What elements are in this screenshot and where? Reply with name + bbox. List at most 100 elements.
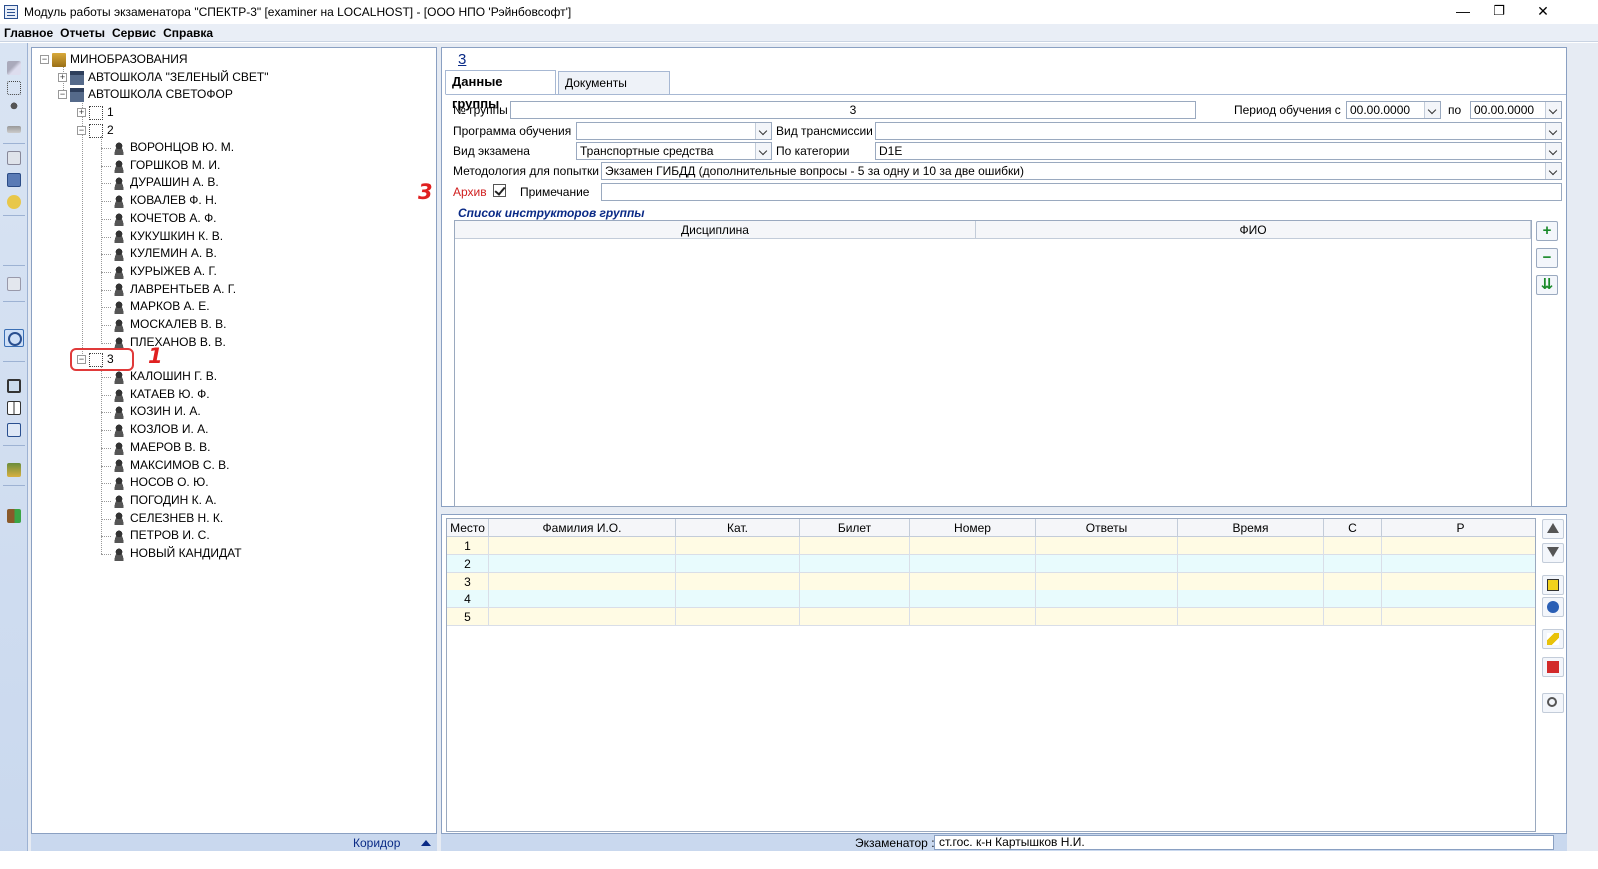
table-cell[interactable] (1382, 537, 1535, 555)
tree-node-student[interactable]: ПЕТРОВ И. С. (112, 527, 210, 544)
copy-icon[interactable] (4, 421, 24, 439)
table-cell[interactable] (1382, 608, 1535, 627)
table-cell[interactable] (676, 537, 800, 555)
table-cell[interactable] (676, 554, 800, 573)
flag-icon[interactable] (1542, 575, 1564, 595)
tree-node-student[interactable]: КУКУШКИН К. В. (112, 228, 223, 245)
stop-icon[interactable] (1542, 657, 1564, 677)
edit-icon[interactable] (4, 149, 24, 167)
column-header[interactable]: С (1324, 519, 1382, 537)
category-select[interactable]: D1E (875, 142, 1562, 160)
tree-node-student[interactable]: МАЕРОВ В. В. (112, 439, 210, 456)
table-cell[interactable] (489, 590, 676, 609)
tree-node-student[interactable]: НОСОВ О. Ю. (112, 474, 209, 491)
table-cell[interactable] (489, 572, 676, 591)
expand-toggle[interactable]: + (58, 73, 67, 83)
chevron-down-icon[interactable] (1545, 143, 1561, 159)
tree-node-root[interactable]: − МИНОБРАЗОВАНИЯ (40, 51, 188, 68)
tree-node-student[interactable]: ДУРАШИН А. В. (112, 174, 219, 191)
table-cell[interactable] (1036, 537, 1178, 555)
column-header[interactable]: Ответы (1036, 519, 1178, 537)
move-up-button[interactable] (1542, 519, 1564, 539)
row-place-cell[interactable]: 2 (447, 554, 489, 573)
program-select[interactable] (576, 122, 772, 140)
tree-node-group[interactable]: +1 (77, 104, 114, 121)
monitor-icon[interactable] (4, 377, 24, 395)
exam-type-select[interactable]: Транспортные средства (576, 142, 772, 160)
row-place-cell[interactable]: 5 (447, 608, 489, 627)
table-cell[interactable] (1324, 572, 1382, 591)
table-cell[interactable] (910, 572, 1036, 591)
column-header[interactable]: Р (1382, 519, 1535, 537)
chevron-down-icon[interactable] (1545, 102, 1561, 118)
table-cell[interactable] (800, 608, 910, 627)
collapse-toggle[interactable]: − (58, 90, 67, 100)
table-cell[interactable] (1382, 572, 1535, 591)
table-cell[interactable] (1324, 554, 1382, 573)
table-cell[interactable] (489, 537, 676, 555)
move-down-button[interactable]: ⇊ (1536, 275, 1558, 295)
undo-icon[interactable] (4, 193, 24, 211)
column-header[interactable]: Место (447, 519, 489, 537)
add-instructor-button[interactable]: + (1536, 221, 1558, 241)
table-cell[interactable] (1324, 608, 1382, 627)
menu-reports[interactable]: Отчеты (56, 24, 108, 41)
menu-help[interactable]: Справка (159, 24, 216, 41)
table-cell[interactable] (1178, 608, 1324, 627)
collapse-toggle[interactable]: − (77, 126, 86, 136)
student-icon[interactable] (4, 99, 24, 117)
tree-node-student[interactable]: КУРЫЖЕВ А. Г. (112, 263, 217, 280)
menu-main[interactable]: Главное (0, 24, 56, 41)
note-field[interactable] (601, 183, 1562, 201)
tree-node-student[interactable]: КУЛЕМИН А. В. (112, 245, 217, 262)
table-cell[interactable] (676, 590, 800, 609)
search-icon[interactable] (1542, 693, 1564, 713)
period-to-field[interactable]: 00.00.0000 (1470, 101, 1562, 119)
save-icon[interactable] (4, 171, 24, 189)
clock-icon[interactable] (4, 329, 24, 347)
table-cell[interactable] (1178, 572, 1324, 591)
column-header[interactable]: Билет (800, 519, 910, 537)
archive-checkbox[interactable] (493, 184, 506, 197)
table-cell[interactable] (1178, 590, 1324, 609)
table-cell[interactable] (910, 554, 1036, 573)
row-place-cell[interactable]: 1 (447, 537, 489, 555)
maximize-button[interactable]: ❐ (1476, 0, 1522, 24)
expand-toggle[interactable]: + (77, 108, 86, 118)
row-place-cell[interactable]: 3 (447, 572, 489, 591)
collapse-toggle[interactable]: − (40, 55, 49, 65)
table-cell[interactable] (910, 537, 1036, 555)
table-cell[interactable] (1382, 590, 1535, 609)
table-cell[interactable] (676, 572, 800, 591)
table-cell[interactable] (1036, 572, 1178, 591)
table-cell[interactable] (800, 590, 910, 609)
column-header[interactable]: Время (1178, 519, 1324, 537)
table-cell[interactable] (1178, 554, 1324, 573)
corridor-label[interactable]: Коридор (353, 836, 400, 850)
collapse-up-icon[interactable] (421, 840, 431, 846)
table-cell[interactable] (1324, 590, 1382, 609)
close-button[interactable]: ✕ (1520, 0, 1566, 24)
group-no-field[interactable]: 3 (510, 101, 1196, 119)
tree-node-school[interactable]: + АВТОШКОЛА "ЗЕЛЕНЫЙ СВЕТ" (58, 69, 269, 86)
table-cell[interactable] (1178, 537, 1324, 555)
table-cell[interactable] (1324, 537, 1382, 555)
table-cell[interactable] (489, 554, 676, 573)
chevron-down-icon[interactable] (1424, 102, 1440, 118)
tree-node-school[interactable]: − АВТОШКОЛА СВЕТОФОР (58, 86, 233, 103)
chevron-down-icon[interactable] (755, 143, 771, 159)
menu-service[interactable]: Сервис (108, 24, 159, 41)
row-place-cell[interactable]: 4 (447, 590, 489, 609)
tree-node-student[interactable]: ВОРОНЦОВ Ю. М. (112, 139, 234, 156)
pencil-icon[interactable] (4, 59, 24, 77)
tab-group-data[interactable]: Данные группы (445, 70, 556, 111)
column-header-fio[interactable]: ФИО (976, 221, 1531, 239)
tree-node-student[interactable]: МОСКАЛЕВ В. В. (112, 316, 226, 333)
table-icon[interactable] (4, 275, 24, 293)
table-cell[interactable] (1036, 590, 1178, 609)
tree-node-student[interactable]: КОВАЛЕВ Ф. Н. (112, 192, 217, 209)
tab-documents[interactable]: Документы (558, 71, 670, 95)
tree-node-student[interactable]: КОЗИН И. А. (112, 403, 201, 420)
tree-node-student[interactable]: КАЛОШИН Г. В. (112, 368, 217, 385)
chevron-down-icon[interactable] (755, 123, 771, 139)
